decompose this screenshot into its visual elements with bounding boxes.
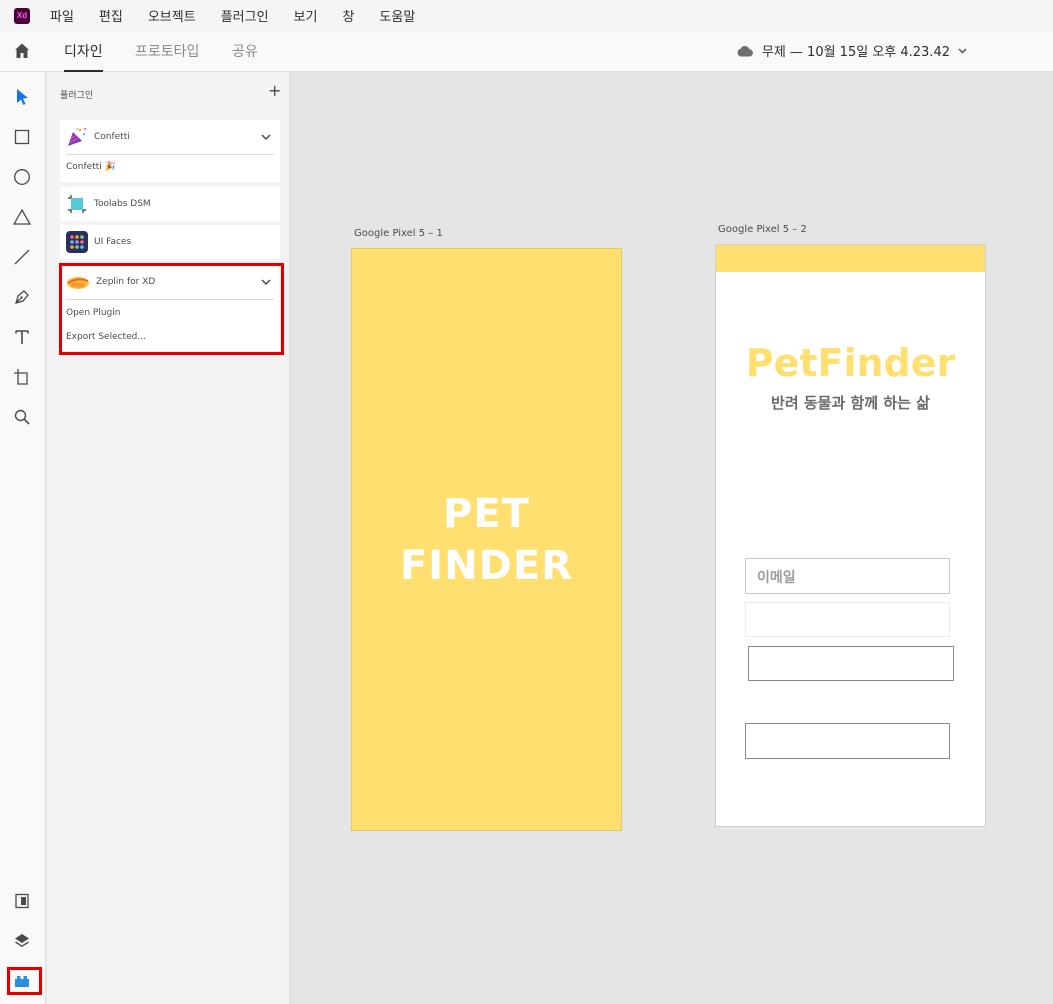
email-field: 이메일 <box>745 558 950 594</box>
tab-prototype[interactable]: 프로토타입 <box>135 41 199 72</box>
layers-icon[interactable] <box>11 930 33 952</box>
tab-share[interactable]: 공유 <box>232 41 258 72</box>
line-icon[interactable] <box>11 246 33 268</box>
menu-object[interactable]: 오브젝트 <box>148 6 196 25</box>
plugins-tool-highlight <box>7 967 42 995</box>
plugin-header-ui-faces[interactable]: UI Faces <box>60 225 280 259</box>
ui-faces-icon <box>66 231 88 253</box>
app-subtitle: 반려 동물과 함께 하는 삶 <box>771 394 930 412</box>
splash-title-line-1: PET <box>443 490 530 537</box>
menu-window[interactable]: 창 <box>342 6 354 25</box>
mode-tab-bar: 디자인 프로토타입 공유 무제 — 10월 15일 오후 4.23.42 <box>0 31 1053 72</box>
plugin-card-toolabs-dsm: Toolabs DSM <box>60 187 280 221</box>
tools-toolbar <box>0 72 46 1004</box>
input-box <box>748 646 954 681</box>
menu-help[interactable]: 도움말 <box>379 6 415 25</box>
chevron-down-icon <box>958 48 967 53</box>
chevron-down-icon[interactable] <box>260 131 272 143</box>
rectangle-icon[interactable] <box>11 126 33 148</box>
select-icon[interactable] <box>11 86 33 108</box>
artboard-pixel5-2[interactable]: PetFinder 반려 동물과 함께 하는 삶 이메일 <box>715 244 986 827</box>
artboard-label[interactable]: Google Pixel 5 – 1 <box>354 228 443 239</box>
home-icon[interactable] <box>12 41 32 61</box>
menu-bar: Xd 파일 편집 오브젝트 플러그인 보기 창 도움말 <box>0 0 1053 31</box>
plugin-name: Toolabs DSM <box>94 199 151 209</box>
document-title: 무제 — 10월 15일 오후 4.23.42 <box>761 45 950 60</box>
artboard-label[interactable]: Google Pixel 5 – 2 <box>718 224 807 235</box>
plugin-name: UI Faces <box>94 237 132 247</box>
menu-file[interactable]: 파일 <box>50 6 74 25</box>
menu-view[interactable]: 보기 <box>294 6 318 25</box>
plugin-header-toolabs-dsm[interactable]: Toolabs DSM <box>60 187 280 221</box>
tab-design[interactable]: 디자인 <box>64 41 103 72</box>
document-status[interactable]: 무제 — 10월 15일 오후 4.23.42 <box>736 41 967 60</box>
polygon-icon[interactable] <box>11 206 33 228</box>
plugins-panel: 플러그인 + Confetti Confetti 🎉 Toolabs DSM U… <box>47 72 290 1004</box>
plugin-card-ui-faces: UI Faces <box>60 225 280 259</box>
panel-title: 플러그인 <box>60 91 94 101</box>
email-placeholder: 이메일 <box>757 570 796 586</box>
menu-plugins[interactable]: 플러그인 <box>221 6 269 25</box>
text-icon[interactable] <box>11 326 33 348</box>
splash-title: PET FINDER <box>400 488 573 592</box>
zeplin-highlight <box>59 263 284 355</box>
cloud-icon <box>737 45 753 56</box>
plugin-command[interactable]: Confetti 🎉 <box>60 155 280 179</box>
pen-icon[interactable] <box>11 286 33 308</box>
zoom-icon[interactable] <box>11 406 33 428</box>
assets-icon[interactable] <box>11 890 33 912</box>
status-bar <box>716 245 985 272</box>
button-box <box>745 723 950 759</box>
toolabs-dsm-icon <box>68 195 86 213</box>
artboard-icon[interactable] <box>11 366 33 388</box>
password-field <box>745 602 950 637</box>
xd-logo-icon: Xd <box>14 7 30 24</box>
plugin-name: Confetti <box>94 132 130 142</box>
app-logo: PetFinder <box>745 341 956 385</box>
menu-edit[interactable]: 편집 <box>99 6 123 25</box>
add-plugin-button[interactable]: + <box>268 83 281 99</box>
ellipse-icon[interactable] <box>11 166 33 188</box>
artboard-pixel5-1[interactable]: PET FINDER <box>351 248 622 831</box>
plugin-card-confetti: Confetti Confetti 🎉 <box>60 120 280 182</box>
confetti-plugin-icon <box>68 128 86 146</box>
splash-title-line-2: FINDER <box>399 542 573 589</box>
plugin-header-confetti[interactable]: Confetti <box>60 120 280 154</box>
